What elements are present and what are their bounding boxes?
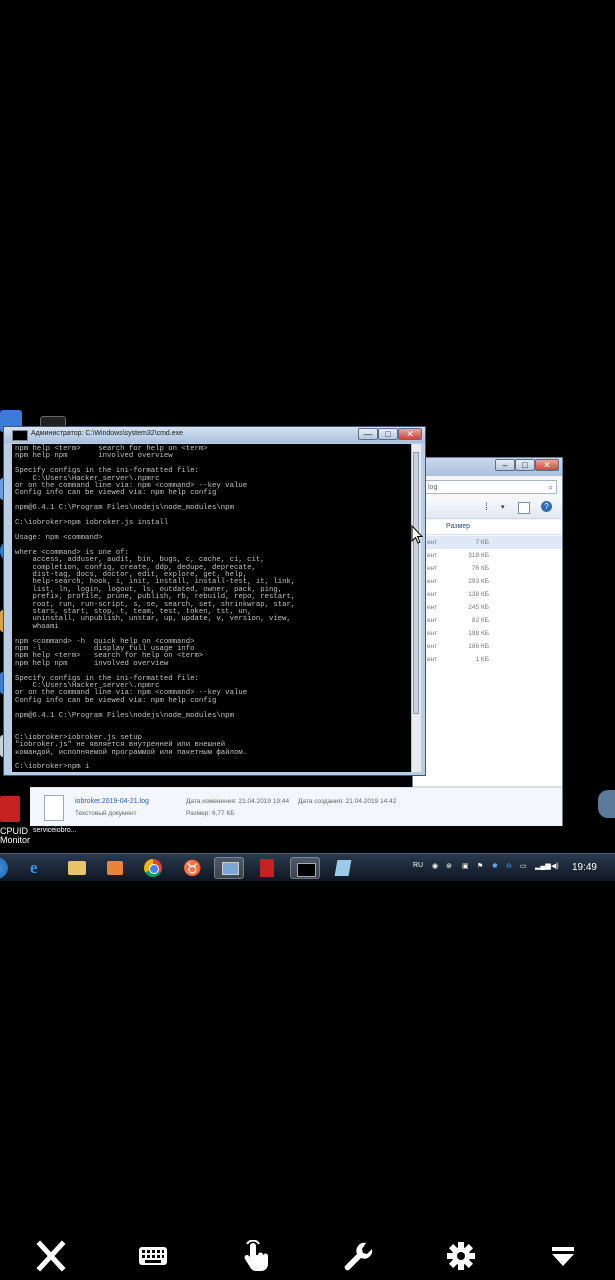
preview-pane-icon[interactable] [518, 502, 530, 514]
dropdown-icon[interactable] [545, 1240, 581, 1272]
file-type-cell: ент [427, 552, 438, 559]
explorer-maximize-button[interactable]: □ [515, 459, 535, 471]
taskbar-ie-icon[interactable]: e [24, 857, 54, 879]
taskbar-folder-icon[interactable] [62, 857, 92, 879]
cpuid-monitor-icon[interactable] [0, 796, 20, 822]
file-type-cell: ент [427, 617, 438, 624]
file-row[interactable]: ент 318 КБ [413, 549, 562, 562]
tray-volume-icon[interactable]: ◀) [551, 862, 559, 870]
file-row[interactable]: ент 76 КБ [413, 562, 562, 575]
file-row[interactable]: ент 245 КБ [413, 601, 562, 614]
cmd-minimize-button[interactable]: — [358, 428, 378, 440]
cmd-close-button[interactable]: ✕ [398, 428, 422, 440]
windows-taskbar: e ♉ RU ◉ ⊛ ▣ ⚑ ✱ ⊖ ▭ ▂▄▆ ◀) 19:49 [0, 853, 615, 881]
cmd-scrollbar-thumb[interactable] [413, 452, 419, 714]
touch-icon[interactable] [238, 1240, 274, 1272]
chevron-down-icon[interactable]: ▾ [501, 503, 505, 511]
cmd-console-output[interactable]: npm help <term> search for help on <term… [12, 444, 414, 772]
tray-teamviewer-icon[interactable]: ⊖ [506, 862, 512, 870]
file-type-cell: ент [427, 539, 438, 546]
file-size-cell: 198 КБ [468, 630, 489, 637]
view-options-icon[interactable]: ⁞ [485, 502, 488, 513]
file-size-cell: 245 КБ [468, 604, 489, 611]
tray-pc-icon[interactable]: ▭ [520, 862, 527, 870]
wrench-icon[interactable] [340, 1240, 376, 1272]
explorer-details-pane: iobroker.2019-04-21.log Текстовый докуме… [30, 787, 562, 826]
file-size-cell: 7 КБ [475, 539, 489, 546]
file-row[interactable]: ент 186 КБ [413, 640, 562, 653]
cmd-window[interactable]: Администратор: C:\Windows\system32\cmd.e… [3, 426, 426, 776]
keyboard-icon[interactable] [135, 1240, 171, 1272]
file-row[interactable]: ент 82 КБ [413, 614, 562, 627]
file-row[interactable]: ент 1 КБ [413, 653, 562, 666]
tray-bluetooth-icon[interactable]: ✱ [492, 862, 498, 870]
tray-flag-icon[interactable]: ⚑ [477, 862, 483, 870]
file-type-cell: ент [427, 643, 438, 650]
taskbar-cpuid-icon[interactable] [252, 857, 282, 879]
file-row[interactable]: ент 293 КБ [413, 575, 562, 588]
file-size-cell: 318 КБ [468, 552, 489, 559]
text-file-icon [44, 795, 64, 821]
cmd-maximize-button[interactable]: □ [378, 428, 398, 440]
tray-language-indicator[interactable]: RU [413, 862, 423, 869]
explorer-toolbar: ⁞ ▾ ? [413, 498, 562, 519]
explorer-titlebar[interactable]: – □ ✕ [413, 458, 562, 476]
file-type-cell: ент [427, 591, 438, 598]
file-size-cell: 1 КБ [475, 656, 489, 663]
file-type-cell: ент [427, 604, 438, 611]
details-filetype: Текстовый документ [75, 810, 137, 817]
file-size-cell: 76 КБ [471, 565, 489, 572]
taskbar-clock[interactable]: 19:49 [572, 862, 597, 873]
taskbar-start-orb[interactable] [0, 857, 8, 879]
file-type-cell: ент [427, 630, 438, 637]
file-type-cell: ент [427, 656, 438, 663]
tray-signal-icon[interactable]: ▂▄▆ [535, 862, 551, 870]
taskbar-notepad-icon[interactable] [328, 857, 358, 879]
help-icon[interactable]: ? [541, 501, 552, 512]
tray-network-icon[interactable]: ◉ [432, 862, 438, 870]
file-size-cell: 293 КБ [468, 578, 489, 585]
taskbar-chrome-icon[interactable] [138, 857, 168, 879]
file-size-cell: 186 КБ [468, 643, 489, 650]
column-size-header[interactable]: Размер [446, 523, 470, 530]
cmd-scrollbar[interactable] [411, 444, 421, 772]
taskbar-fox-icon[interactable]: ♉ [176, 857, 206, 879]
explorer-search-text: log [428, 484, 438, 491]
file-type-cell: ент [427, 565, 438, 572]
mouse-cursor-icon [411, 525, 423, 544]
desktop-label-service: serviceiobro... [33, 827, 77, 834]
cmd-title-text: Администратор: C:\Windows\system32\cmd.e… [31, 430, 184, 437]
tray-monitor-icon[interactable]: ▣ [462, 862, 469, 870]
details-created: Дата создания: 21.04.2019 14:42 [298, 798, 397, 805]
desktop-label-monitor: Monitor [0, 835, 31, 845]
details-filename: iobroker.2019-04-21.log [75, 798, 149, 805]
file-type-cell: ент [427, 578, 438, 585]
explorer-window[interactable]: – □ ✕ log ⌕ ⁞ ▾ ? Размер ент 7 КБ ент 318 К… [412, 457, 563, 826]
close-icon[interactable] [33, 1240, 69, 1272]
console-text: npm help <term> search for help on <term… [15, 445, 296, 772]
file-row[interactable]: ент 7 КБ [413, 536, 562, 549]
cmd-titlebar[interactable]: Администратор: C:\Windows\system32\cmd.e… [4, 427, 425, 443]
file-size-cell: 82 КБ [471, 617, 489, 624]
explorer-minimize-button[interactable]: – [495, 459, 515, 471]
search-icon: ⌕ [548, 483, 553, 492]
file-size-cell: 138 КБ [468, 591, 489, 598]
taskbar-remote-desktop-icon[interactable] [214, 857, 244, 879]
explorer-column-header[interactable]: Размер [413, 520, 562, 535]
remote-control-bar [0, 1232, 615, 1280]
side-panel-handle[interactable] [598, 790, 615, 818]
details-modified: Дата изменения: 21.04.2019 19:44 [186, 798, 290, 805]
file-row[interactable]: ент 198 КБ [413, 627, 562, 640]
gear-icon[interactable] [443, 1240, 479, 1272]
taskbar-media-player-icon[interactable] [100, 857, 130, 879]
tray-sync-icon[interactable]: ⊛ [446, 862, 452, 870]
details-size: Размер: 6,77 КБ [186, 810, 235, 817]
taskbar-cmd-icon[interactable] [290, 857, 320, 879]
explorer-close-button[interactable]: ✕ [535, 459, 559, 471]
file-row[interactable]: ент 138 КБ [413, 588, 562, 601]
cmd-app-icon [12, 430, 28, 441]
explorer-file-list: ент 7 КБ ент 318 КБ ент 76 КБ ент 293 КБ ент 138 … [413, 536, 562, 786]
explorer-search-box[interactable]: log ⌕ [423, 480, 557, 494]
